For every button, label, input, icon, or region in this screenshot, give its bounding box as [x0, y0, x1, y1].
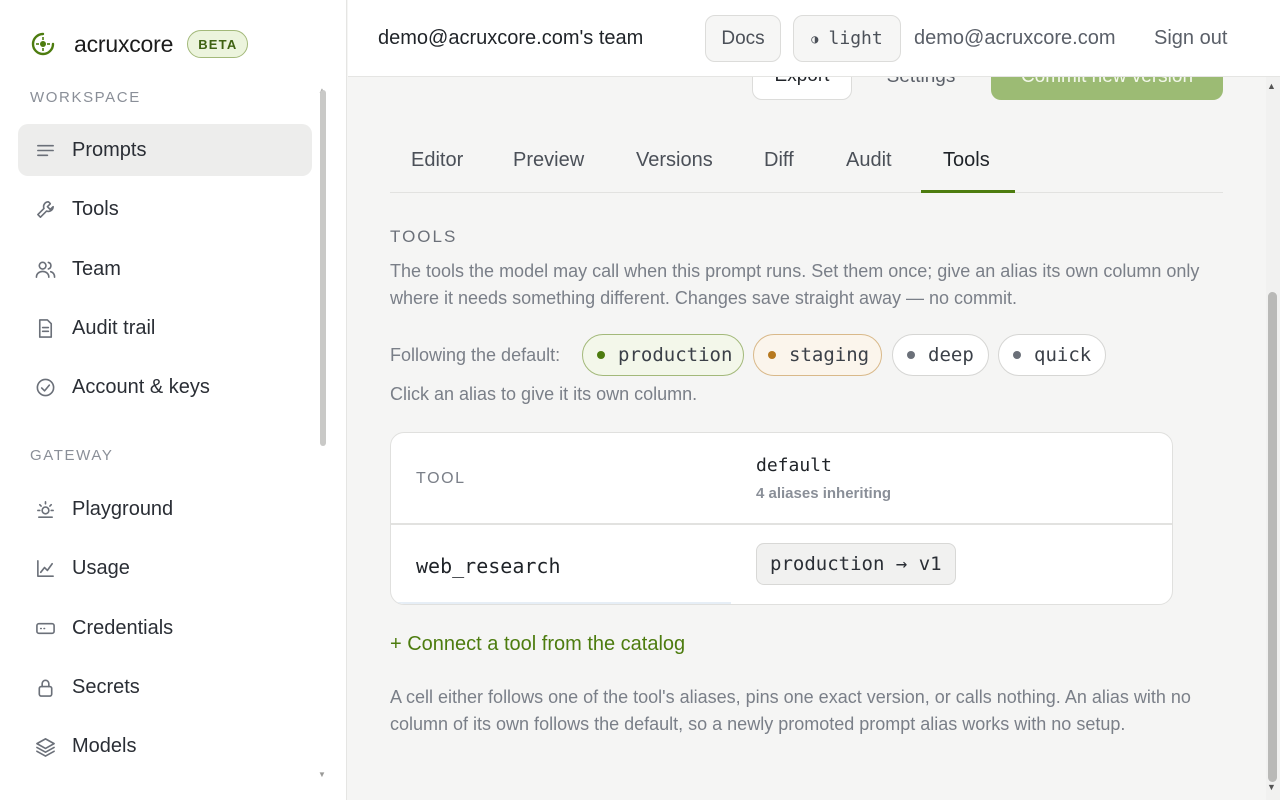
sun-icon	[34, 498, 56, 520]
sidebar-item-usage[interactable]: Usage	[18, 542, 312, 594]
scroll-up-arrow-icon[interactable]: ▲	[1267, 81, 1276, 91]
sidebar-item-label: Credentials	[72, 616, 174, 639]
half-circle-icon: ◑	[811, 31, 819, 46]
settings-button[interactable]: Settings	[868, 77, 974, 100]
sidebar-item-label: Team	[72, 257, 121, 280]
brand[interactable]: acruxcore BETA	[30, 28, 249, 60]
gateway-section-label: GATEWAY	[30, 447, 114, 464]
users-icon	[34, 258, 56, 280]
sign-out-link[interactable]: Sign out	[1154, 27, 1227, 50]
logo-icon	[31, 32, 55, 56]
sidebar-item-credentials[interactable]: Credentials	[18, 602, 312, 654]
tool-version-pin-select[interactable]: production → v1	[756, 543, 956, 585]
alias-hint: Click an alias to give it its own column…	[390, 384, 698, 404]
column-header-default-subtitle: 4 aliases inheriting	[756, 485, 892, 502]
alias-chip-staging[interactable]: staging	[753, 334, 882, 376]
alias-name: deep	[928, 344, 974, 366]
sidebar-item-tools[interactable]: Tools	[18, 183, 312, 235]
chart-icon	[34, 557, 56, 579]
lock-icon	[34, 676, 56, 698]
row-divider	[391, 602, 731, 604]
theme-label: light	[828, 28, 883, 49]
sidebar-item-label: Audit trail	[72, 316, 156, 339]
account-email[interactable]: demo@acruxcore.com	[914, 27, 1115, 50]
layers-icon	[34, 735, 56, 757]
brand-name: acruxcore	[74, 30, 174, 57]
tab-diff[interactable]: Diff	[764, 149, 794, 172]
sidebar-item-secrets[interactable]: Secrets	[18, 661, 312, 713]
tab-editor[interactable]: Editor	[411, 149, 463, 172]
docs-button[interactable]: Docs	[705, 15, 781, 62]
tab-tools[interactable]: Tools	[943, 149, 990, 172]
card-icon	[34, 617, 56, 639]
alias-chip-quick[interactable]: quick	[998, 334, 1106, 376]
alias-name: production	[618, 344, 733, 366]
tab-preview[interactable]: Preview	[513, 149, 584, 172]
header-divider	[391, 523, 1172, 525]
check-circle-icon	[34, 376, 56, 398]
theme-toggle-button[interactable]: ◑ light	[793, 15, 901, 62]
sidebar-item-label: Account & keys	[72, 375, 210, 398]
tool-name-cell: web_research	[416, 554, 561, 578]
sidebar-scrollbar[interactable]	[320, 90, 326, 446]
sidebar-item-label: Tools	[72, 197, 119, 220]
sidebar-item-label: Usage	[72, 556, 130, 579]
tab-audit[interactable]: Audit	[846, 149, 892, 172]
scroll-down-arrow-icon[interactable]: ▼	[1267, 782, 1276, 792]
tools-footnote: A cell either follows one of the tool's …	[390, 687, 1191, 734]
alias-name: quick	[1034, 344, 1092, 366]
alias-chip-deep[interactable]: deep	[892, 334, 989, 376]
sidebar-item-audit-trail[interactable]: Audit trail	[18, 302, 312, 354]
tools-description: The tools the model may call when this p…	[390, 261, 1200, 308]
connect-tool-link[interactable]: + Connect a tool from the catalog	[390, 633, 685, 656]
main-scrollbar-thumb[interactable]	[1268, 292, 1277, 782]
sidebar-item-label: Secrets	[72, 675, 140, 698]
wrench-icon	[34, 198, 56, 220]
prompt-actions: Export Settings Commit new version	[348, 77, 1266, 101]
scroll-down-arrow-icon[interactable]: ▼	[318, 770, 326, 779]
beta-badge: BETA	[187, 30, 249, 58]
lines-icon	[34, 139, 56, 161]
tab-versions[interactable]: Versions	[636, 149, 713, 172]
tools-table: TOOL default 4 aliases inheriting web_re…	[390, 432, 1173, 605]
alias-chip-production[interactable]: production	[582, 334, 744, 376]
sidebar-item-label: Prompts	[72, 138, 147, 161]
sidebar-item-prompts[interactable]: Prompts	[18, 124, 312, 176]
export-button[interactable]: Export	[752, 77, 852, 100]
status-dot-icon	[907, 351, 915, 359]
sidebar-item-label: Playground	[72, 497, 174, 520]
status-dot-icon	[768, 351, 776, 359]
sidebar-item-models[interactable]: Models	[18, 720, 312, 772]
active-tab-indicator	[921, 190, 1015, 193]
document-icon	[34, 317, 56, 339]
sidebar-item-label: Models	[72, 734, 137, 757]
column-header-default: default	[756, 455, 832, 476]
topbar: demo@acruxcore.com's team Docs ◑ light d…	[348, 0, 1280, 77]
sidebar-item-team[interactable]: Team	[18, 243, 312, 295]
tab-bar: Editor Preview Versions Diff Audit Tools	[390, 129, 1223, 193]
commit-new-version-button[interactable]: Commit new version	[991, 77, 1223, 100]
status-dot-icon	[1013, 351, 1021, 359]
sidebar: acruxcore BETA ▲ ▼ WORKSPACE Prompts Too…	[0, 0, 347, 800]
status-dot-icon	[597, 351, 605, 359]
main-content: Export Settings Commit new version Edito…	[348, 77, 1266, 800]
workspace-section-label: WORKSPACE	[30, 89, 141, 106]
following-default-label: Following the default:	[390, 345, 561, 365]
alias-name: staging	[789, 344, 870, 366]
sidebar-item-playground[interactable]: Playground	[18, 483, 312, 535]
sidebar-item-account-keys[interactable]: Account & keys	[18, 361, 312, 413]
tools-heading: TOOLS	[390, 227, 458, 246]
team-name[interactable]: demo@acruxcore.com's team	[378, 27, 643, 50]
column-header-tool: TOOL	[416, 470, 466, 487]
